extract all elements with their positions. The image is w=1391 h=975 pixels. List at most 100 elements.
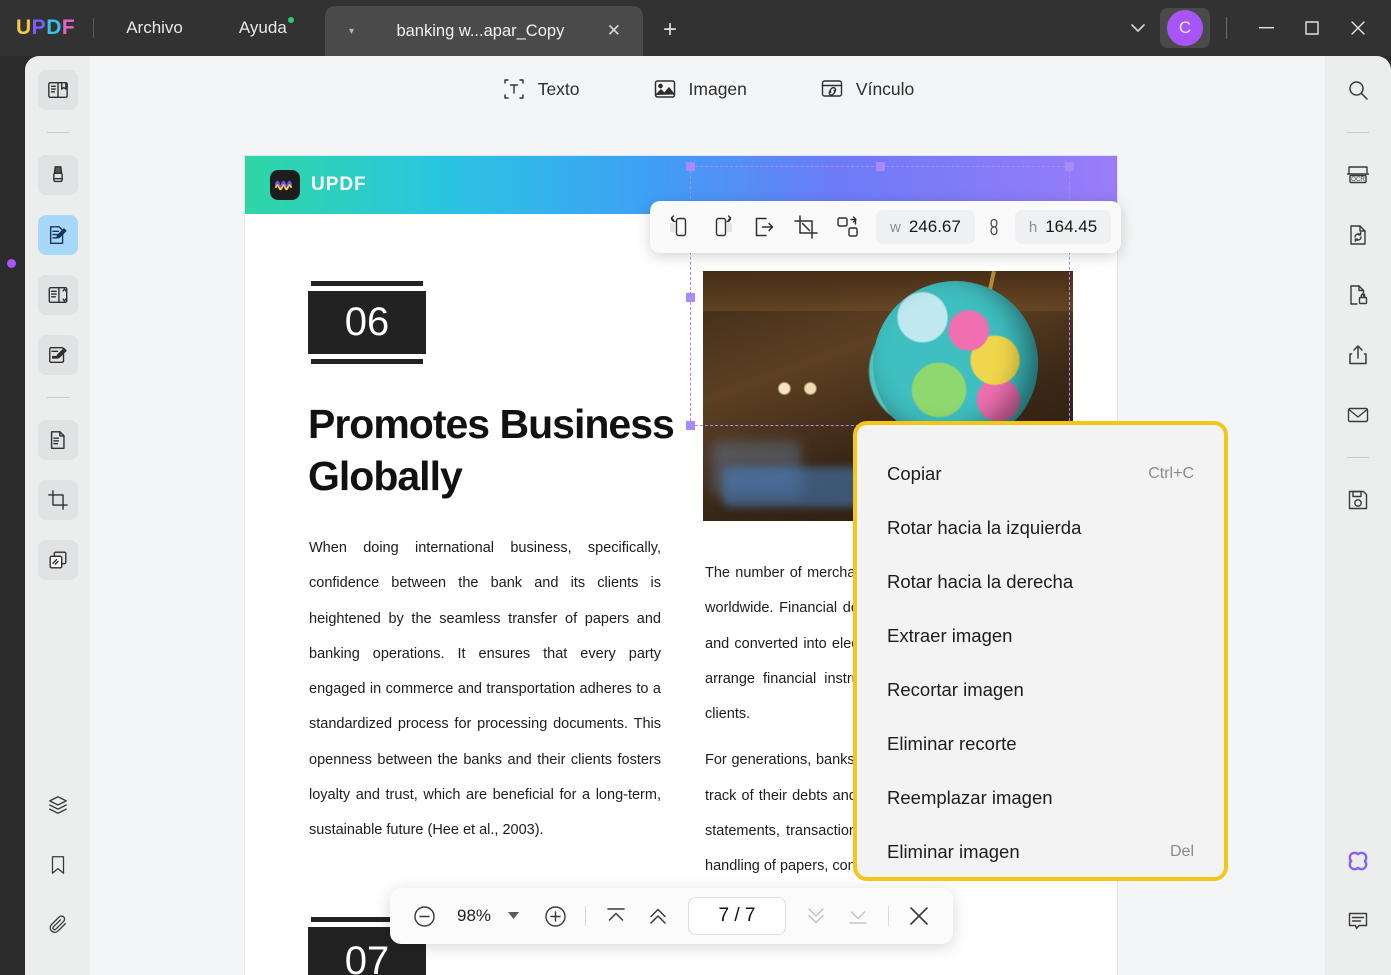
search-button[interactable] — [1338, 70, 1378, 110]
tool-vinculo[interactable]: Vínculo — [819, 76, 914, 102]
zoom-in-icon — [544, 905, 566, 927]
tool-vinculo-label: Vínculo — [855, 78, 915, 99]
divider — [1226, 17, 1227, 39]
aspect-ratio-link-icon[interactable] — [977, 216, 1011, 238]
height-label: h — [1028, 218, 1038, 236]
tool-imagen[interactable]: Imagen — [652, 76, 747, 102]
minimize-button[interactable] — [1243, 0, 1289, 56]
rotate-left-icon — [670, 215, 687, 237]
image-context-menu: Copiar Ctrl+C Rotar hacia la izquierda R… — [853, 421, 1228, 881]
menu-item-label: Eliminar imagen — [887, 841, 1020, 862]
divider — [888, 906, 889, 926]
sidebar-item-reader[interactable] — [37, 70, 78, 110]
close-icon[interactable]: ✕ — [607, 21, 621, 41]
sidebar-item-edit-pdf[interactable] — [37, 215, 78, 255]
crop-image-icon — [794, 215, 818, 239]
sidebar-item-batch[interactable] — [37, 540, 78, 580]
rotate-left-button[interactable] — [660, 207, 700, 247]
protect-button[interactable] — [1338, 275, 1378, 315]
save-as-button[interactable] — [1338, 480, 1378, 520]
menu-item-shortcut: Del — [1169, 843, 1194, 860]
menu-archivo-label: Archivo — [126, 18, 183, 37]
resize-handle-top-center[interactable] — [876, 162, 885, 171]
extract-image-button[interactable] — [744, 207, 784, 247]
updf-logo: UPDF — [16, 16, 76, 39]
resize-handle-top-right[interactable] — [1065, 162, 1074, 171]
menu-item-label: Recortar imagen — [887, 679, 1024, 700]
divider — [93, 18, 95, 38]
collapse-dot-icon — [6, 258, 16, 268]
divider — [46, 397, 69, 398]
edit-mode-toolbar: Texto Imagen Vínculo — [90, 56, 1325, 122]
page-number-field[interactable]: 7 / 7 — [688, 897, 786, 935]
chevron-down-icon[interactable] — [504, 911, 533, 921]
convert-file-button[interactable] — [1338, 215, 1378, 255]
sidebar-collapse-handle[interactable] — [0, 226, 22, 300]
close-button[interactable] — [1335, 0, 1381, 56]
link-icon — [821, 80, 843, 97]
resize-handle-bottom-left[interactable] — [686, 421, 695, 430]
context-menu-item-recortar-imagen[interactable]: Recortar imagen — [857, 663, 1224, 717]
zoom-out-icon — [413, 905, 435, 927]
image-height-field[interactable]: h 164.45 — [1014, 210, 1112, 244]
first-page-button[interactable] — [596, 896, 636, 936]
context-menu-item-eliminar-recorte[interactable]: Eliminar recorte — [857, 717, 1224, 771]
body-text-left-column[interactable]: When doing international business, speci… — [309, 531, 661, 849]
text-box-icon — [504, 79, 524, 99]
avatar: C — [1167, 10, 1203, 46]
context-menu-item-copiar[interactable]: Copiar Ctrl+C — [857, 447, 1224, 501]
chevron-down-icon[interactable] — [1116, 21, 1160, 36]
sidebar-item-attachment[interactable] — [38, 905, 78, 945]
document-tab[interactable]: ▾ banking w...apar_Copy ✕ — [325, 6, 643, 56]
context-menu-item-eliminar-imagen[interactable]: Eliminar imagen Del — [857, 825, 1224, 879]
share-button[interactable] — [1338, 335, 1378, 375]
divider — [46, 132, 69, 133]
context-menu-item-reemplazar-imagen[interactable]: Reemplazar imagen — [857, 771, 1224, 825]
menu-item-label: Eliminar recorte — [887, 733, 1017, 754]
resize-handle-top-left[interactable] — [686, 162, 695, 171]
close-toolbar-button[interactable] — [899, 896, 939, 936]
prev-page-icon — [650, 908, 666, 924]
image-icon — [654, 80, 675, 98]
sidebar-item-convert[interactable] — [37, 420, 78, 460]
replace-image-button[interactable] — [828, 207, 868, 247]
maximize-button[interactable] — [1289, 0, 1335, 56]
sidebar-item-form[interactable] — [37, 335, 78, 375]
sidebar-item-bookmark[interactable] — [38, 845, 78, 885]
context-menu-item-extraer-imagen[interactable]: Extraer imagen — [857, 609, 1224, 663]
sidebar-item-layers[interactable] — [38, 785, 78, 825]
account-button[interactable]: C — [1160, 8, 1210, 48]
zoom-level-value[interactable]: 98% — [446, 906, 502, 926]
last-page-button[interactable] — [838, 896, 878, 936]
context-menu-item-rotar-izquierda[interactable]: Rotar hacia la izquierda — [857, 501, 1224, 555]
replace-image-icon — [837, 216, 858, 237]
tool-texto[interactable]: Texto — [501, 76, 580, 102]
updf-ai-button[interactable] — [1338, 841, 1378, 881]
sidebar-item-organize-pages[interactable] — [37, 275, 78, 315]
left-toolbar-bottom — [25, 785, 90, 965]
ocr-button[interactable]: OCR — [1338, 155, 1378, 195]
prev-page-button[interactable] — [638, 896, 678, 936]
sidebar-item-annotate[interactable] — [37, 155, 78, 195]
next-page-button[interactable] — [796, 896, 836, 936]
rotate-right-button[interactable] — [702, 207, 742, 247]
divider — [1347, 132, 1369, 133]
new-tab-button[interactable]: + — [663, 16, 677, 44]
crop-image-button[interactable] — [786, 207, 826, 247]
image-width-field[interactable]: w 246.67 — [876, 210, 975, 244]
context-menu-item-rotar-derecha[interactable]: Rotar hacia la derecha — [857, 555, 1224, 609]
right-toolbar-bottom — [1325, 841, 1391, 961]
zoom-in-button[interactable] — [535, 896, 575, 936]
next-page-icon — [808, 908, 824, 924]
divider — [585, 906, 586, 926]
comment-button[interactable] — [1338, 901, 1378, 941]
tab-title: banking w...apar_Copy — [396, 21, 565, 40]
page-heading[interactable]: Promotes Business Globally — [308, 398, 688, 503]
email-button[interactable] — [1338, 395, 1378, 435]
menu-ayuda[interactable]: Ayuda — [225, 12, 301, 44]
sidebar-item-crop[interactable] — [37, 480, 78, 520]
menu-archivo[interactable]: Archivo — [112, 12, 197, 44]
resize-handle-middle-left[interactable] — [686, 293, 695, 302]
zoom-out-button[interactable] — [404, 896, 444, 936]
notification-dot-icon — [287, 17, 294, 23]
